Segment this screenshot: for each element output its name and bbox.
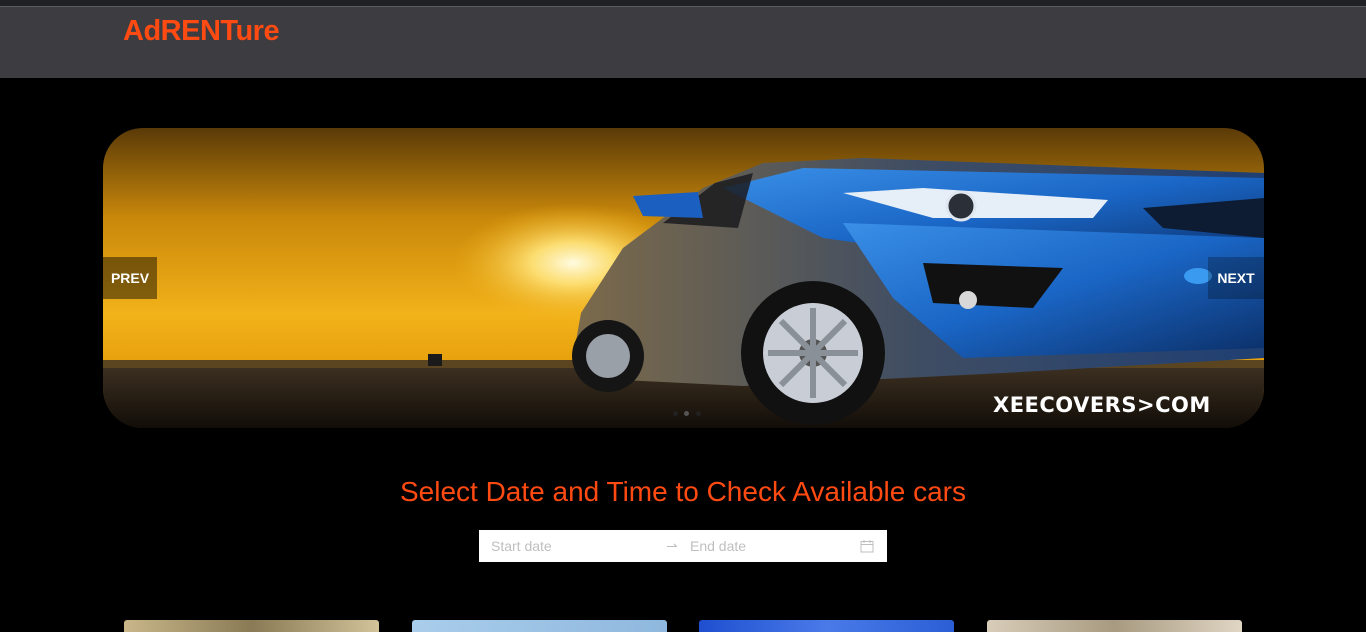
- swap-right-icon: ⇀: [666, 538, 678, 554]
- carousel-indicators: [672, 403, 702, 421]
- carousel-next-button[interactable]: NEXT: [1208, 257, 1264, 299]
- carousel-prev-button[interactable]: PREV: [103, 257, 157, 299]
- car-card[interactable]: [412, 620, 667, 632]
- car-card[interactable]: [699, 620, 954, 632]
- hero-carousel: [103, 128, 1264, 428]
- brand-logo[interactable]: AdRENTure: [123, 15, 280, 48]
- browser-edge: [0, 0, 1366, 7]
- hero-car-image: [103, 128, 1264, 428]
- navbar: AdRENTure: [0, 7, 1366, 78]
- calendar-icon[interactable]: [860, 539, 874, 553]
- car-card[interactable]: [124, 620, 379, 632]
- carousel-dot[interactable]: [673, 411, 678, 416]
- image-watermark: XEECOVERS>COM: [993, 393, 1211, 417]
- booking-heading: Select Date and Time to Check Available …: [399, 476, 966, 507]
- date-range-picker[interactable]: ⇀: [479, 530, 887, 562]
- carousel-dot[interactable]: [684, 411, 690, 416]
- carousel-dot[interactable]: [695, 411, 701, 416]
- car-card[interactable]: [987, 620, 1242, 632]
- start-date-input[interactable]: [491, 530, 651, 562]
- end-date-input[interactable]: [690, 530, 840, 562]
